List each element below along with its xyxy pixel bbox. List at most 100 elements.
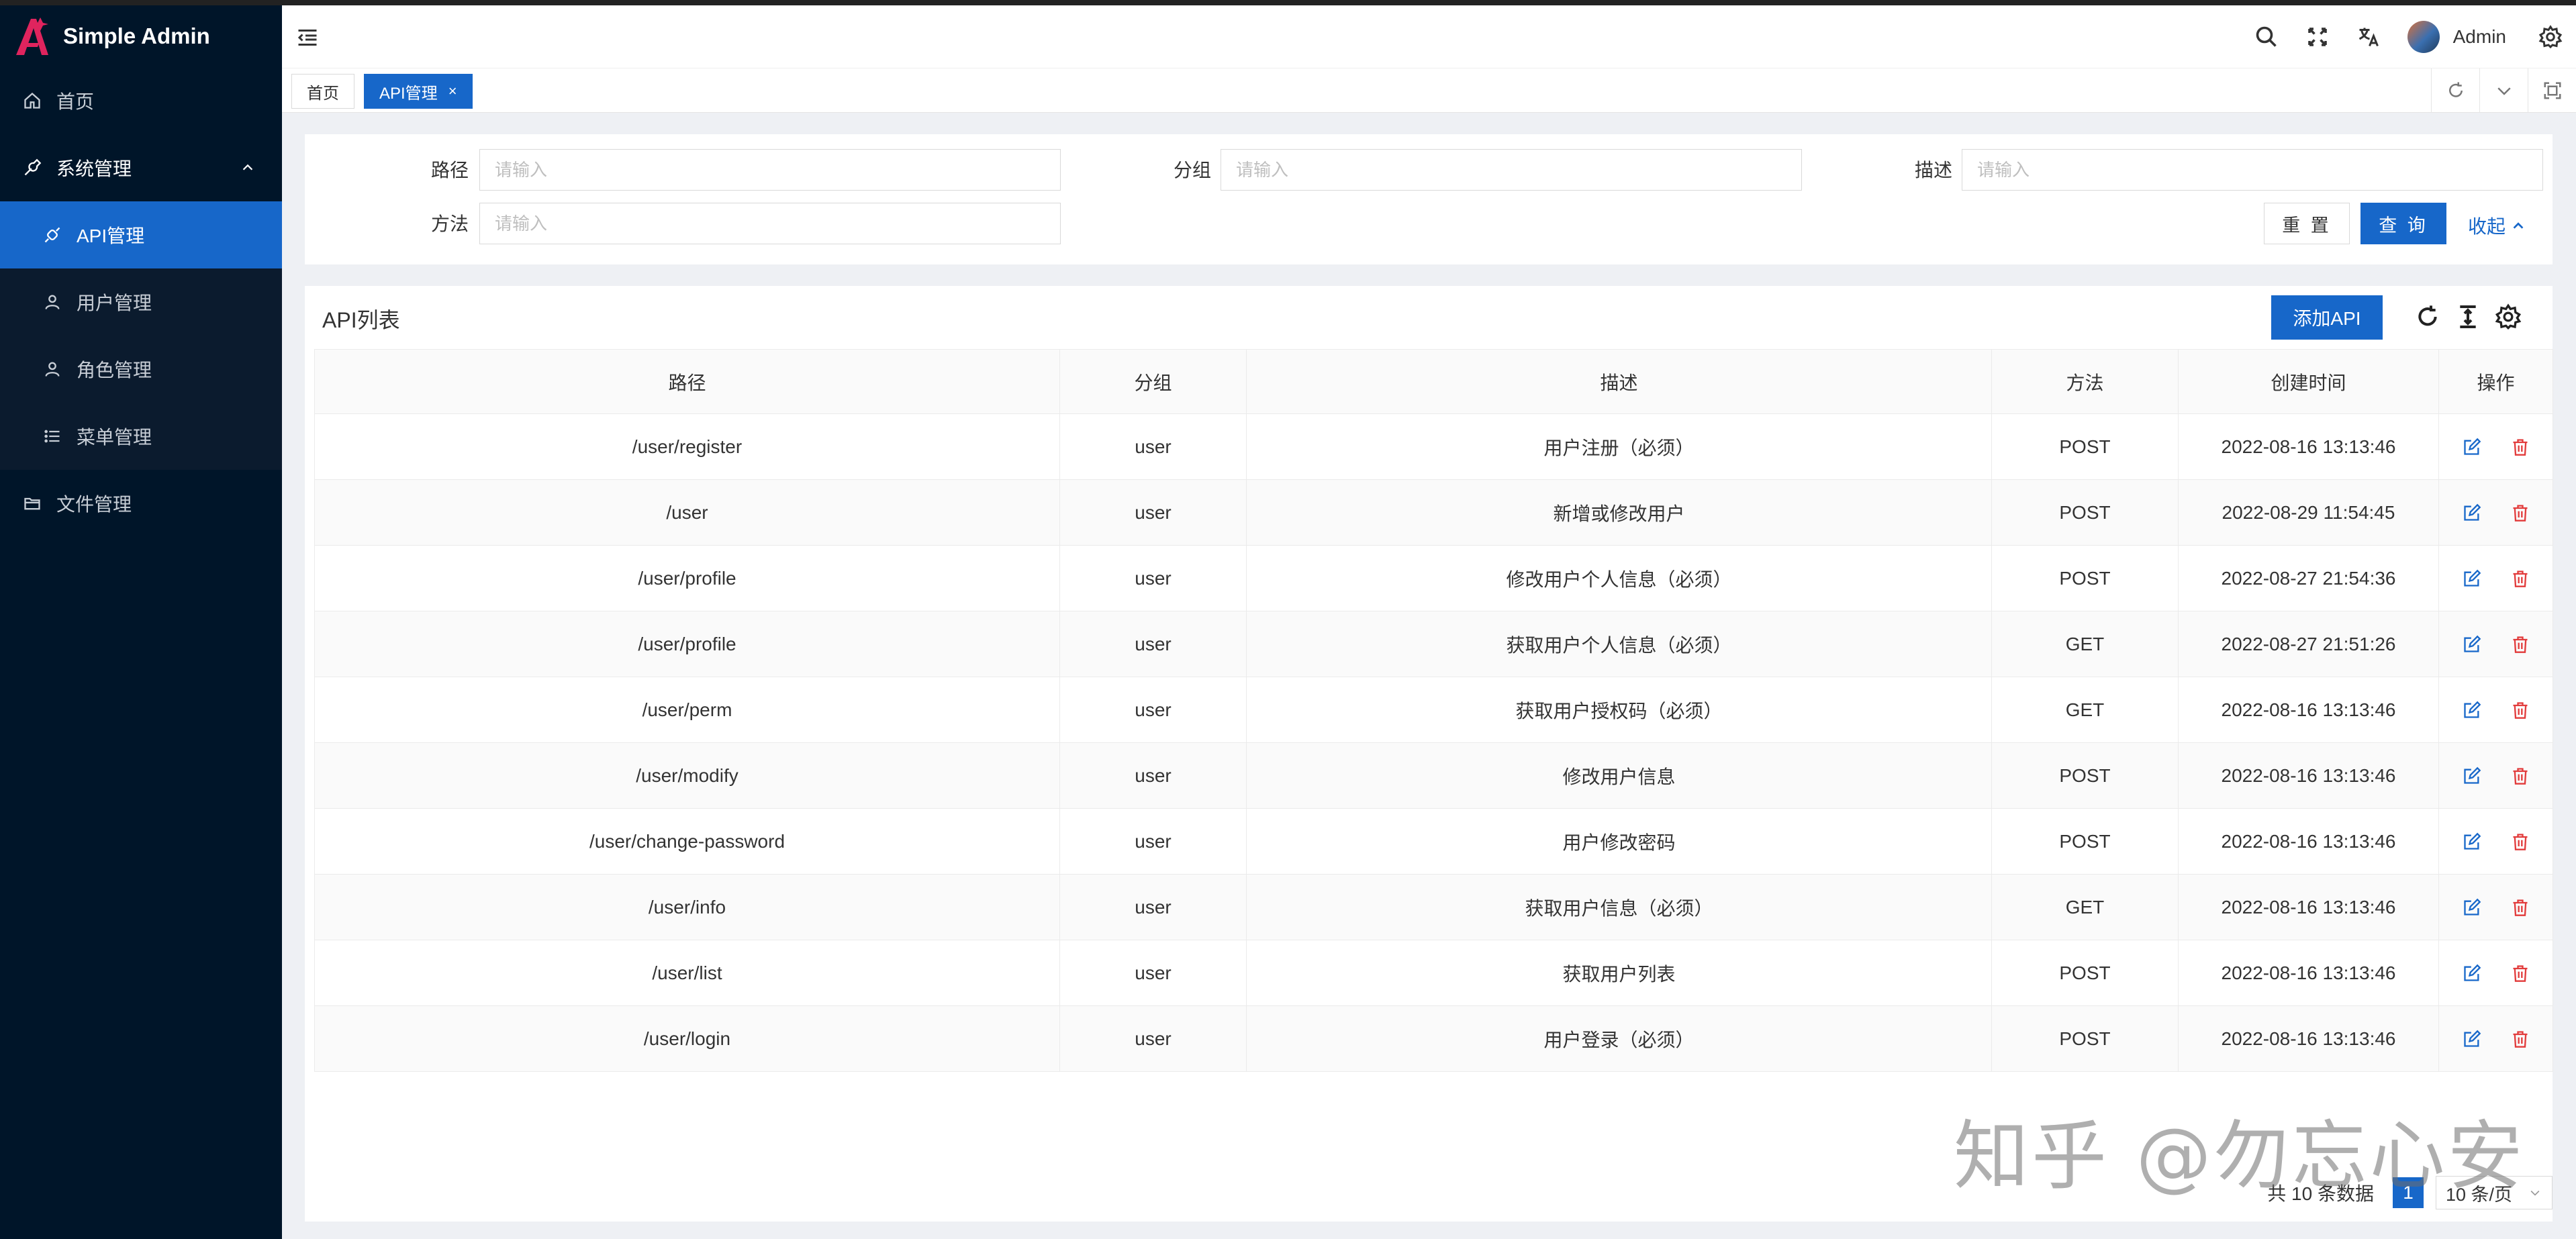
reload-icon xyxy=(2448,82,2463,97)
delete-icon[interactable] xyxy=(2511,438,2530,456)
table-row: /user/info user 获取用户信息（必须） GET 2022-08-16 13… xyxy=(314,874,2553,940)
search-icon[interactable] xyxy=(2254,25,2279,49)
translate-icon[interactable] xyxy=(2356,25,2381,49)
tab-fullscreen-button[interactable] xyxy=(2528,68,2576,113)
tab-label: API管理 xyxy=(379,84,438,103)
tab-home[interactable]: 首页 xyxy=(291,74,354,109)
cell-created: 2022-08-16 13:13:46 xyxy=(2178,413,2439,480)
col-header-group[interactable]: 分组 xyxy=(1059,349,1247,414)
sidebar-item-label: 菜单管理 xyxy=(77,427,152,448)
cell-path: /user/modify xyxy=(314,742,1060,809)
edit-icon[interactable] xyxy=(2463,701,2481,720)
edit-icon[interactable] xyxy=(2463,438,2481,456)
settings-icon[interactable] xyxy=(2495,303,2522,330)
path-input[interactable] xyxy=(479,149,1061,191)
desc-input[interactable] xyxy=(1962,149,2543,191)
delete-icon[interactable] xyxy=(2511,635,2530,654)
cell-group: user xyxy=(1059,545,1247,611)
table-row: /user/modify user 修改用户信息 POST 2022-08-16 13:… xyxy=(314,742,2553,809)
sidebar-item-api[interactable]: API管理 xyxy=(0,201,282,268)
fullscreen-icon[interactable] xyxy=(2305,25,2330,49)
cell-method: GET xyxy=(1991,677,2179,743)
row-actions xyxy=(2439,832,2553,851)
group-input[interactable] xyxy=(1221,149,1802,191)
sidebar-item-label: 系统管理 xyxy=(56,158,132,179)
edit-icon[interactable] xyxy=(2463,635,2481,654)
sidebar-item-roles[interactable]: 角色管理 xyxy=(0,336,282,403)
cell-created: 2022-08-16 13:13:46 xyxy=(2178,874,2439,940)
user-icon xyxy=(45,362,60,377)
add-api-button[interactable]: 添加API xyxy=(2271,295,2383,340)
header-actions: Admin xyxy=(2254,5,2576,68)
col-header-path[interactable]: 路径 xyxy=(314,349,1060,414)
method-input[interactable] xyxy=(479,203,1061,244)
collapse-label: 收起 xyxy=(2468,216,2506,237)
delete-icon[interactable] xyxy=(2511,503,2530,522)
col-header-desc[interactable]: 描述 xyxy=(1246,349,1992,414)
gear-icon[interactable] xyxy=(2538,25,2563,49)
search-form: 路径 分组 描述 方法 重 置 查 询 收起 xyxy=(305,134,2553,264)
edit-icon[interactable] xyxy=(2463,832,2481,851)
cell-path: /user xyxy=(314,479,1060,546)
tab-menu-button[interactable] xyxy=(2479,68,2528,113)
sidebar-item-label: 角色管理 xyxy=(77,360,152,381)
delete-icon[interactable] xyxy=(2511,569,2530,588)
reload-tab-button[interactable] xyxy=(2431,68,2479,113)
cell-created: 2022-08-16 13:13:46 xyxy=(2178,808,2439,875)
col-header-created[interactable]: 创建时间 xyxy=(2178,349,2439,414)
row-actions xyxy=(2439,503,2553,522)
delete-icon[interactable] xyxy=(2511,766,2530,785)
menu-fold-icon[interactable] xyxy=(295,26,320,50)
cell-path: /user/change-password xyxy=(314,808,1060,875)
cell-group: user xyxy=(1059,1005,1247,1072)
cell-path: /user/info xyxy=(314,874,1060,940)
sidebar-item-menus[interactable]: 菜单管理 xyxy=(0,403,282,470)
cell-created: 2022-08-16 13:13:46 xyxy=(2178,940,2439,1006)
cell-actions xyxy=(2438,413,2553,480)
collapse-link[interactable]: 收起 xyxy=(2468,212,2526,239)
delete-icon[interactable] xyxy=(2511,1030,2530,1048)
avatar[interactable] xyxy=(2407,21,2440,53)
cell-method: POST xyxy=(1991,545,2179,611)
cell-desc: 获取用户列表 xyxy=(1246,940,1992,1006)
cell-path: /user/profile xyxy=(314,545,1060,611)
query-button[interactable]: 查 询 xyxy=(2360,203,2446,244)
delete-icon[interactable] xyxy=(2511,964,2530,983)
delete-icon[interactable] xyxy=(2511,898,2530,917)
sidebar: Simple Admin 首页 系统管理 API管理 用户管理 角色管理 菜单管… xyxy=(0,5,282,1239)
delete-icon[interactable] xyxy=(2511,832,2530,851)
api-list-panel: API列表 添加API 路径 分组 描述 方法 创建时间 操作 /user/re… xyxy=(305,286,2553,1222)
sidebar-item-home[interactable]: 首页 xyxy=(0,67,282,134)
column-height-icon[interactable] xyxy=(2454,303,2481,330)
cell-created: 2022-08-27 21:51:26 xyxy=(2178,611,2439,677)
col-header-method[interactable]: 方法 xyxy=(1991,349,2179,414)
edit-icon[interactable] xyxy=(2463,503,2481,522)
chevron-down-icon xyxy=(2497,87,2511,95)
cell-desc: 获取用户授权码（必须） xyxy=(1246,677,1992,743)
table-row: /user/list user 获取用户列表 POST 2022-08-16 13:13… xyxy=(314,940,2553,1006)
app-logo[interactable]: Simple Admin xyxy=(0,5,282,67)
cell-group: user xyxy=(1059,611,1247,677)
close-icon[interactable]: × xyxy=(448,83,457,100)
cell-actions xyxy=(2438,742,2553,809)
delete-icon[interactable] xyxy=(2511,701,2530,720)
edit-icon[interactable] xyxy=(2463,569,2481,588)
sidebar-item-label: API管理 xyxy=(77,226,145,246)
edit-icon[interactable] xyxy=(2463,766,2481,785)
cell-method: POST xyxy=(1991,413,2179,480)
sidebar-item-files[interactable]: 文件管理 xyxy=(0,470,282,537)
cell-desc: 用户注册（必须） xyxy=(1246,413,1992,480)
edit-icon[interactable] xyxy=(2463,964,2481,983)
table-row: /user/profile user 修改用户个人信息（必须） POST 2022-08… xyxy=(314,545,2553,611)
reset-button[interactable]: 重 置 xyxy=(2264,203,2350,244)
cell-method: GET xyxy=(1991,874,2179,940)
sidebar-item-users[interactable]: 用户管理 xyxy=(0,268,282,336)
refresh-icon[interactable] xyxy=(2414,303,2441,330)
edit-icon[interactable] xyxy=(2463,1030,2481,1048)
edit-icon[interactable] xyxy=(2463,898,2481,917)
tab-api[interactable]: API管理 × xyxy=(364,74,473,109)
sidebar-item-system[interactable]: 系统管理 xyxy=(0,134,282,201)
cell-method: POST xyxy=(1991,940,2179,1006)
user-name[interactable]: Admin xyxy=(2453,26,2506,48)
row-actions xyxy=(2439,1030,2553,1048)
